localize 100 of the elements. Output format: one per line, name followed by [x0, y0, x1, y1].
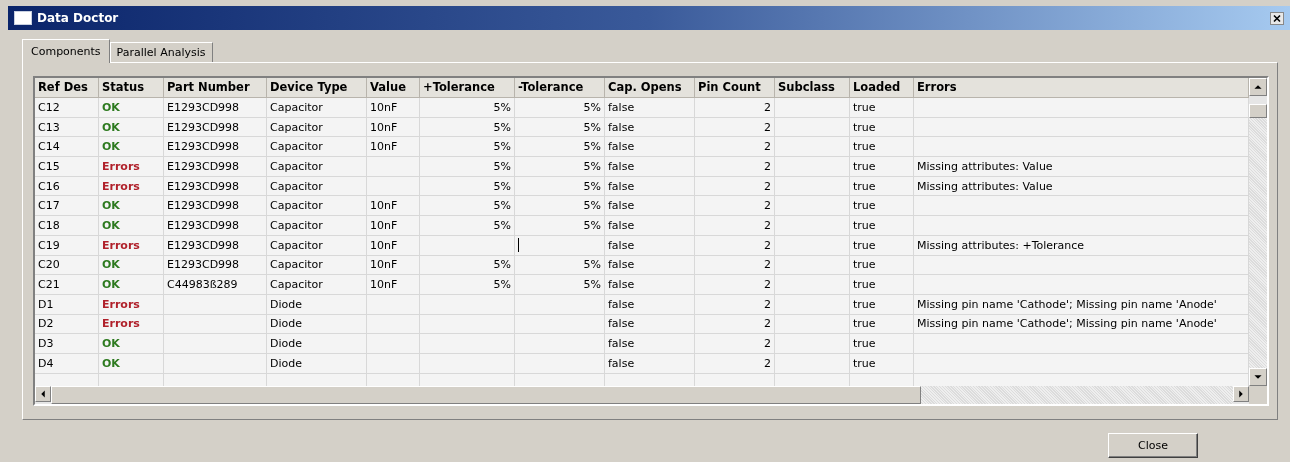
table-cell: 5% — [420, 216, 515, 236]
column-header[interactable]: Device Type — [267, 78, 367, 98]
column-header[interactable]: Loaded — [850, 78, 914, 98]
table-cell: 5% — [515, 275, 605, 295]
column-header[interactable]: Part Number — [164, 78, 267, 98]
scroll-right-icon[interactable] — [1233, 386, 1249, 402]
table-cell: D3 — [35, 334, 99, 354]
table-row[interactable]: C18 OK E1293CD998 Capacitor 10nF 5% 5% false 2 true — [35, 216, 1249, 236]
table-cell: C19 — [35, 235, 99, 256]
table-cell: false — [605, 334, 695, 354]
table-cell — [367, 157, 420, 177]
table-cell: Capacitor — [267, 157, 367, 177]
status-cell: OK — [99, 353, 164, 374]
table-row[interactable]: C15 Errors E1293CD998 Capacitor 5% 5% false 2 true Missing attributes: Value — [35, 157, 1249, 177]
tab[interactable]: Components — [22, 39, 110, 63]
table-cell: 2 — [695, 235, 775, 256]
table-cell: 2 — [695, 353, 775, 374]
table-cell: false — [605, 353, 695, 374]
status-cell: Errors — [99, 235, 164, 256]
table-cell: Missing attributes: Value — [914, 157, 1249, 177]
scroll-thumb[interactable] — [1249, 104, 1267, 118]
table-cell: false — [605, 235, 695, 256]
scroll-left-icon[interactable] — [35, 386, 51, 402]
table-cell: Capacitor — [267, 235, 367, 256]
table-cell: E1293CD998 — [164, 98, 267, 118]
status-cell: Errors — [99, 157, 164, 177]
table-cell: 10nF — [367, 98, 420, 118]
table-cell: Diode — [267, 294, 367, 315]
scroll-up-icon[interactable] — [1249, 78, 1267, 96]
table-row[interactable]: D3 OK Diode false 2 true — [35, 334, 1249, 354]
column-header[interactable]: Value — [367, 78, 420, 98]
status-cell: OK — [99, 216, 164, 236]
table-cell: C18 — [35, 216, 99, 236]
table-cell: true — [850, 353, 914, 374]
table-cell: 2 — [695, 216, 775, 236]
table-cell: C15 — [35, 157, 99, 177]
table-cell: 10nF — [367, 216, 420, 236]
table-row[interactable]: D4 OK Diode false 2 true — [35, 353, 1249, 374]
table-cell: false — [605, 157, 695, 177]
window-title: Data Doctor — [37, 11, 119, 25]
table-cell: Capacitor — [267, 98, 367, 118]
column-header[interactable]: +Tolerance — [420, 78, 515, 98]
table-cell: true — [850, 334, 914, 354]
table-cell: false — [605, 98, 695, 118]
text-cursor — [518, 238, 519, 253]
table-cell: Capacitor — [267, 275, 367, 295]
table-cell — [367, 294, 420, 315]
window-icon — [14, 11, 32, 25]
table-cell: true — [850, 235, 914, 256]
column-header[interactable]: Pin Count — [695, 78, 775, 98]
table-cell: true — [850, 275, 914, 295]
table-cell: E1293CD998 — [164, 157, 267, 177]
table-cell: 5% — [515, 157, 605, 177]
vertical-scrollbar[interactable] — [1249, 78, 1267, 404]
table-cell: Missing attributes: +Tolerance — [914, 235, 1249, 256]
scroll-down-icon[interactable] — [1249, 368, 1267, 386]
table-row[interactable]: C17 OK E1293CD998 Capacitor 10nF 5% 5% false 2 true — [35, 196, 1249, 217]
table-row[interactable]: D2 Errors Diode false 2 true Missing pin name 'Cathode'; Missing pin name 'Anode' — [35, 314, 1249, 335]
table-cell: D4 — [35, 353, 99, 374]
table-cell: Capacitor — [267, 216, 367, 236]
status-cell: Errors — [99, 294, 164, 315]
table-row[interactable]: C16 Errors E1293CD998 Capacitor 5% 5% false 2 true Missing attributes: Value — [35, 176, 1249, 197]
horizontal-scrollbar[interactable] — [35, 386, 1249, 404]
table-row[interactable]: C19 Errors E1293CD998 Capacitor 10nF false 2 true Missing attributes: +Tolerance — [35, 235, 1249, 256]
column-header[interactable]: Subclass — [775, 78, 850, 98]
table-row[interactable]: C21 OK C44983ß289 Capacitor 10nF 5% 5% false 2 true — [35, 275, 1249, 295]
tab[interactable]: Parallel Analysis — [109, 42, 213, 62]
table-cell: 5% — [515, 98, 605, 118]
scroll-thumb[interactable] — [51, 386, 921, 404]
table-cell: 2 — [695, 157, 775, 177]
table-row[interactable]: C13 OK E1293CD998 Capacitor 10nF 5% 5% false 2 true — [35, 117, 1249, 138]
table-row[interactable]: C20 OK E1293CD998 Capacitor 10nF 5% 5% false 2 true — [35, 255, 1249, 276]
table-cell[interactable] — [515, 235, 605, 256]
table-row[interactable]: C14 OK E1293CD998 Capacitor 10nF 5% 5% false 2 true — [35, 137, 1249, 158]
table-cell: C44983ß289 — [164, 275, 267, 295]
column-header[interactable]: Errors — [914, 78, 1249, 98]
table-cell: 10nF — [367, 235, 420, 256]
table-cell: C21 — [35, 275, 99, 295]
table-cell: Diode — [267, 353, 367, 374]
table-cell: true — [850, 98, 914, 118]
close-icon[interactable] — [1270, 11, 1284, 25]
table-cell: D1 — [35, 294, 99, 315]
table-cell: 5% — [420, 275, 515, 295]
table-cell: 5% — [420, 157, 515, 177]
table-row[interactable]: C12 OK E1293CD998 Capacitor 10nF 5% 5% false 2 true — [35, 98, 1249, 118]
table-cell: E1293CD998 — [164, 235, 267, 256]
table-cell: true — [850, 157, 914, 177]
table-cell: 10nF — [367, 275, 420, 295]
table-row[interactable]: D1 Errors Diode false 2 true Missing pin name 'Cathode'; Missing pin name 'Anode' — [35, 294, 1249, 315]
table-cell: 2 — [695, 334, 775, 354]
table-cell: 2 — [695, 98, 775, 118]
column-header[interactable]: Cap. Opens — [605, 78, 695, 98]
table-cell: 5% — [515, 216, 605, 236]
column-header[interactable]: Status — [99, 78, 164, 98]
table-cell: false — [605, 275, 695, 295]
column-header[interactable]: Ref Des — [35, 78, 99, 98]
table-cell: true — [850, 216, 914, 236]
column-header[interactable]: -Tolerance — [515, 78, 605, 98]
status-cell: OK — [99, 275, 164, 295]
close-button[interactable]: Close — [1108, 433, 1198, 458]
